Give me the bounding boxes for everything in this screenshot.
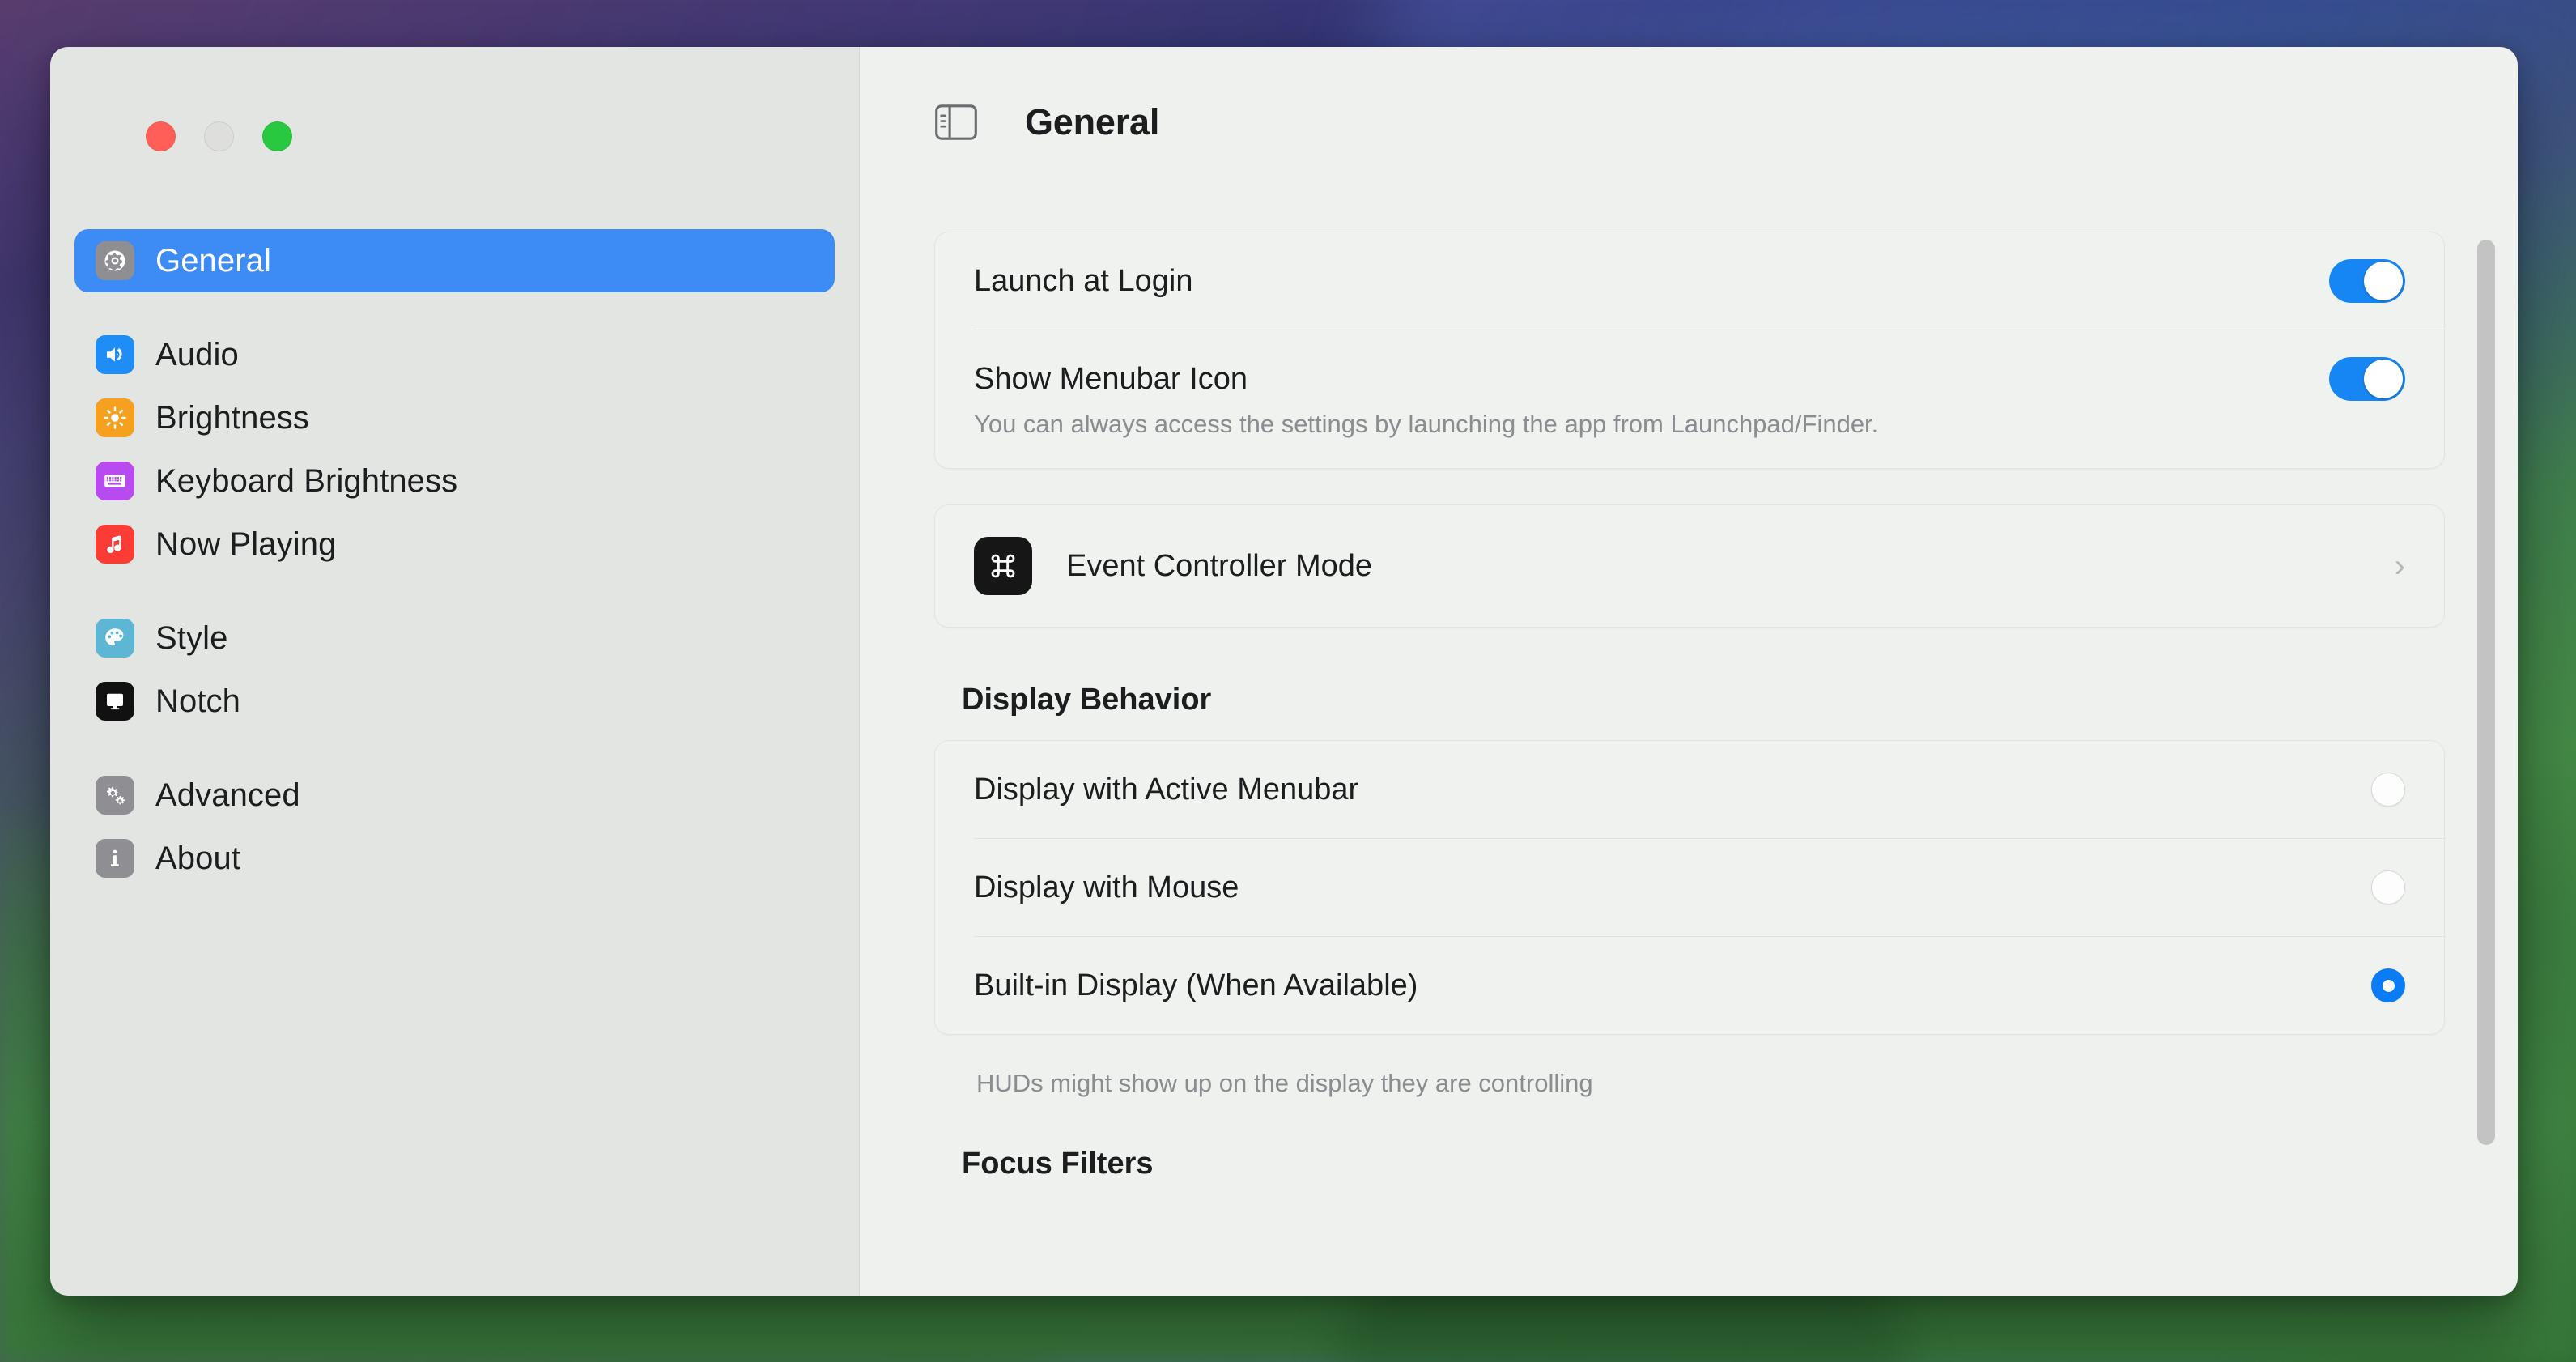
- sidebar-item-label: General: [155, 242, 272, 279]
- sidebar-item-style[interactable]: Style: [74, 607, 835, 670]
- sidebar-item-about[interactable]: About: [74, 827, 835, 890]
- close-button[interactable]: [146, 121, 176, 151]
- palette-icon: [96, 619, 134, 658]
- display-behavior-note: HUDs might show up on the display they a…: [976, 1069, 1593, 1097]
- sidebar-item-notch[interactable]: Notch: [74, 670, 835, 733]
- focus-filters-title: Focus Filters: [962, 1147, 1154, 1181]
- row-show-menubar-icon[interactable]: Show Menubar Icon: [935, 330, 2444, 428]
- launch-at-login-toggle[interactable]: [2329, 259, 2405, 303]
- row-display-active-menubar[interactable]: Display with Active Menubar: [935, 741, 2444, 838]
- display-active-menubar-label: Display with Active Menubar: [974, 772, 1359, 807]
- display-active-menubar-radio[interactable]: [2371, 773, 2405, 807]
- display-with-mouse-label: Display with Mouse: [974, 870, 1239, 904]
- scrollbar-thumb[interactable]: [2477, 240, 2495, 1145]
- sidebar-item-brightness[interactable]: Brightness: [74, 386, 835, 449]
- settings-window: General Audio Brightness Keyboard Bright…: [50, 47, 2518, 1296]
- launch-at-login-label: Launch at Login: [974, 263, 1193, 298]
- sidebar-item-label: Audio: [155, 336, 239, 372]
- settings-scroll-area[interactable]: Launch at Login Show Menubar Icon You ca…: [860, 232, 2518, 1296]
- sidebar-item-label: Notch: [155, 683, 240, 719]
- sidebar-item-label: Now Playing: [155, 526, 337, 562]
- sidebar-divider-1: [74, 292, 835, 323]
- sidebar-item-label: Advanced: [155, 777, 300, 813]
- toggle-knob: [2364, 360, 2403, 398]
- keyboard-icon: [96, 462, 134, 500]
- gear-icon: [96, 241, 134, 280]
- sidebar-item-label: Brightness: [155, 399, 309, 436]
- builtin-display-radio[interactable]: [2371, 968, 2405, 1002]
- sidebar-item-audio[interactable]: Audio: [74, 323, 835, 386]
- sidebar-divider-3: [74, 733, 835, 764]
- maximize-button[interactable]: [262, 121, 292, 151]
- desktop-wallpaper: General Audio Brightness Keyboard Bright…: [0, 0, 2576, 1362]
- row-launch-at-login[interactable]: Launch at Login: [935, 232, 2444, 330]
- chevron-right-icon: ›: [2394, 547, 2405, 584]
- sidebar-item-now-playing[interactable]: Now Playing: [74, 513, 835, 576]
- row-display-with-mouse[interactable]: Display with Mouse: [935, 839, 2444, 936]
- window-controls: [50, 47, 859, 151]
- row-event-controller-mode[interactable]: Event Controller Mode ›: [935, 505, 2444, 627]
- sidebar-nav-list: General Audio Brightness Keyboard Bright…: [50, 136, 859, 890]
- command-key-icon: [974, 537, 1032, 595]
- show-menubar-icon-label: Show Menubar Icon: [974, 361, 1248, 396]
- row-builtin-display[interactable]: Built-in Display (When Available): [935, 937, 2444, 1034]
- toggle-knob: [2364, 262, 2403, 300]
- builtin-display-label: Built-in Display (When Available): [974, 968, 1418, 1002]
- sun-icon: [96, 398, 134, 437]
- page-title: General: [1025, 101, 1160, 143]
- sidebar-item-label: Keyboard Brightness: [155, 462, 458, 499]
- display-with-mouse-radio[interactable]: [2371, 870, 2405, 904]
- minimize-button[interactable]: [204, 121, 234, 151]
- info-icon: [96, 839, 134, 878]
- sidebar-toggle-icon[interactable]: [934, 104, 978, 145]
- sidebar-item-label: About: [155, 840, 241, 876]
- sidebar-item-label: Style: [155, 619, 228, 656]
- sidebar-item-general[interactable]: General: [74, 229, 835, 292]
- sidebar-item-advanced[interactable]: Advanced: [74, 764, 835, 827]
- event-controller-card[interactable]: Event Controller Mode ›: [934, 504, 2445, 628]
- gears-icon: [96, 776, 134, 815]
- general-settings-card: Launch at Login Show Menubar Icon You ca…: [934, 232, 2445, 469]
- content-header: General: [860, 47, 2518, 143]
- content-pane: General Launch at Login Show Menubar Ico…: [860, 47, 2518, 1296]
- display-behavior-title: Display Behavior: [962, 683, 1212, 717]
- show-menubar-icon-toggle[interactable]: [2329, 357, 2405, 401]
- display-icon: [96, 682, 134, 721]
- display-behavior-card: Display with Active Menubar Display with…: [934, 740, 2445, 1035]
- music-note-icon: [96, 525, 134, 564]
- event-controller-mode-label: Event Controller Mode: [1066, 548, 1373, 583]
- sidebar-item-keyboard-brightness[interactable]: Keyboard Brightness: [74, 449, 835, 513]
- sidebar-divider-2: [74, 576, 835, 607]
- speaker-icon: [96, 335, 134, 374]
- content-scrollbar[interactable]: [2477, 240, 2495, 1145]
- sidebar: General Audio Brightness Keyboard Bright…: [50, 47, 860, 1296]
